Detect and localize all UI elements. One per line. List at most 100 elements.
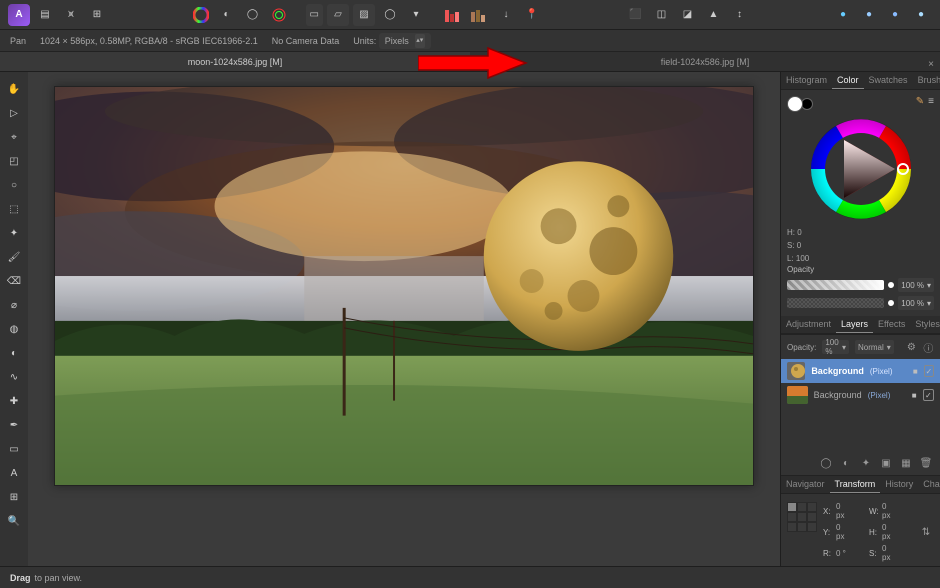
smudge-tool[interactable]: ∿	[3, 366, 25, 388]
layer-opacity-dropdown[interactable]: 100 % ▾	[822, 340, 849, 354]
healing-tool[interactable]: ✚	[3, 390, 25, 412]
units-dropdown[interactable]: Pixels ▴▾	[379, 33, 431, 49]
close-icon[interactable]: ×	[458, 55, 464, 75]
blend-mode-dropdown[interactable]: Normal ▾	[855, 340, 894, 354]
opacity-value-dropdown[interactable]: 100 % ▾	[898, 278, 934, 292]
panel-menu-icon[interactable]: ≡	[928, 96, 934, 107]
lock-icon[interactable]: ■	[913, 367, 918, 376]
text-tool[interactable]: A	[3, 462, 25, 484]
zoom-tool[interactable]: 🔍	[3, 510, 25, 532]
layers-tab-layers[interactable]: Layers	[836, 316, 873, 333]
marquee-tool[interactable]: ⬚	[3, 198, 25, 220]
waveform-icon[interactable]: ⩙	[60, 4, 82, 26]
transform-y[interactable]: 0 px	[836, 523, 846, 541]
lock-icon[interactable]: ■	[912, 391, 917, 400]
persona-photo-icon[interactable]: ●	[832, 4, 854, 26]
mask-dropdown-icon[interactable]: ▾	[405, 4, 427, 26]
wheel-icon[interactable]	[190, 4, 212, 26]
document-tab-1[interactable]: moon-1024x586.jpg [M] ×	[0, 52, 470, 71]
levels-icon[interactable]: ◯	[242, 4, 264, 26]
color-tab-swatches[interactable]: Swatches	[864, 72, 913, 89]
noise-value-dropdown[interactable]: 100 % ▾	[898, 296, 934, 310]
noise-slider[interactable]	[787, 298, 884, 308]
select-poly-icon[interactable]: ▱	[327, 4, 349, 26]
layers-tab-effects[interactable]: Effects	[873, 316, 910, 333]
paint-brush-tool[interactable]: 🖌	[3, 246, 25, 268]
transform-h[interactable]: 0 px	[882, 523, 892, 541]
fx-layer-icon[interactable]: ✦	[858, 455, 874, 471]
align-icon[interactable]: ↕	[728, 4, 750, 26]
mask-icon[interactable]: ◯	[379, 4, 401, 26]
delete-layer-icon[interactable]: 🗑	[918, 455, 934, 471]
tab-label: moon-1024x586.jpg [M]	[188, 57, 283, 67]
color-picker-tool[interactable]: ⌖	[3, 126, 25, 148]
visibility-checkbox[interactable]: ✓	[923, 389, 934, 401]
group-layer-icon[interactable]: ▣	[878, 455, 894, 471]
select-free-icon[interactable]: ▨	[353, 4, 375, 26]
color-tab-color[interactable]: Color	[832, 72, 864, 89]
arrange-front-icon[interactable]: ◪	[676, 4, 698, 26]
color-tab-histogram[interactable]: Histogram	[781, 72, 832, 89]
adjust-layer-icon[interactable]: ◐	[838, 455, 854, 471]
swatch-brown-icon[interactable]	[469, 4, 491, 26]
clone-tool[interactable]: ⌀	[3, 294, 25, 316]
mesh-tool[interactable]: ⊞	[3, 486, 25, 508]
selection-brush-tool[interactable]: ○	[3, 174, 25, 196]
noise-indicator-icon	[888, 300, 894, 306]
layer-row[interactable]: Background(Pixel)■✓	[781, 383, 940, 407]
top-toolbar: A ▤ ⩙ ⊞ ◐ ◯ ▭ ▱ ▨ ◯ ▾ ↓ 📍 ⬛ ◫ ◪ ▲ ↕ ● ● …	[0, 0, 940, 30]
add-layer-icon[interactable]: ▦	[898, 455, 914, 471]
transform-tab-history[interactable]: History	[880, 476, 918, 493]
transform-tab-channels[interactable]: Channels	[918, 476, 940, 493]
arrow-down-icon[interactable]: ↓	[495, 4, 517, 26]
move-tool[interactable]: ▷	[3, 102, 25, 124]
anchor-selector[interactable]	[787, 502, 817, 532]
transform-r[interactable]: 0 °	[836, 549, 846, 558]
file-icon[interactable]: ▤	[34, 4, 56, 26]
contrast-icon[interactable]: ◐	[216, 4, 238, 26]
fx-icon[interactable]: ⓘ	[923, 339, 934, 355]
color-wheel[interactable]	[806, 114, 916, 224]
arrange-top-icon[interactable]: ▲	[702, 4, 724, 26]
lock-aspect-icon[interactable]: ⇅	[918, 524, 934, 540]
grid-icon[interactable]: ⊞	[86, 4, 108, 26]
cog-icon[interactable]: ⚙	[906, 339, 917, 355]
pen-tool[interactable]: ✒	[3, 414, 25, 436]
canvas-viewport[interactable]	[28, 72, 780, 566]
document-tab-2[interactable]: field-1024x586.jpg [M] ×	[470, 52, 940, 71]
transform-w[interactable]: 0 px	[882, 502, 892, 520]
curves-icon[interactable]	[268, 4, 290, 26]
mask-layer-icon[interactable]: ◯	[818, 455, 834, 471]
opacity-slider[interactable]	[787, 280, 884, 290]
select-box-icon[interactable]: ▭	[306, 4, 323, 26]
canvas[interactable]	[54, 86, 754, 486]
flood-select-tool[interactable]: ✦	[3, 222, 25, 244]
persona-develop-icon[interactable]: ●	[884, 4, 906, 26]
opacity-indicator-icon	[888, 282, 894, 288]
transform-x[interactable]: 0 px	[836, 502, 846, 520]
primary-color-swatch[interactable]	[787, 96, 803, 112]
close-icon[interactable]: ×	[928, 55, 934, 75]
layers-tab-styles[interactable]: Styles	[910, 316, 940, 333]
layer-row[interactable]: Background(Pixel)■✓	[781, 359, 940, 383]
persona-liquify-icon[interactable]: ●	[858, 4, 880, 26]
swatch-red-icon[interactable]	[443, 4, 465, 26]
transform-s[interactable]: 0 px	[882, 544, 892, 562]
erase-brush-tool[interactable]: ⌫	[3, 270, 25, 292]
persona-tone-icon[interactable]: ●	[910, 4, 932, 26]
layers-tab-adjustment[interactable]: Adjustment	[781, 316, 836, 333]
transform-tab-navigator[interactable]: Navigator	[781, 476, 830, 493]
arrange-back-icon[interactable]: ⬛	[624, 4, 646, 26]
arrange-mid-icon[interactable]: ◫	[650, 4, 672, 26]
fill-tool[interactable]: ◍	[3, 318, 25, 340]
shape-tool[interactable]: ▭	[3, 438, 25, 460]
color-tab-brushes[interactable]: Brushes	[913, 72, 940, 89]
dodge-tool[interactable]: ◐	[3, 342, 25, 364]
eyedropper-icon[interactable]: ✎	[916, 96, 924, 107]
document-tabs: moon-1024x586.jpg [M] × field-1024x586.j…	[0, 52, 940, 72]
visibility-checkbox[interactable]: ✓	[924, 365, 934, 377]
transform-tab-transform[interactable]: Transform	[830, 476, 881, 493]
pin-icon[interactable]: 📍	[521, 4, 543, 26]
hand-tool[interactable]: ✋	[3, 78, 25, 100]
crop-tool[interactable]: ◰	[3, 150, 25, 172]
